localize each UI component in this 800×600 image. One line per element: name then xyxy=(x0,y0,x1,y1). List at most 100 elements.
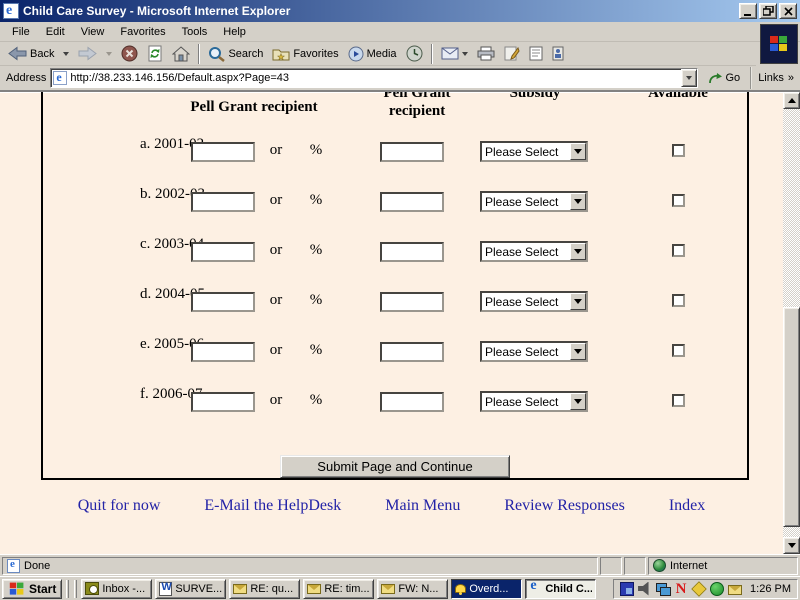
favorites-button[interactable]: Favorites xyxy=(268,43,342,65)
menu-favorites[interactable]: Favorites xyxy=(112,24,173,40)
taskbar-item-re-tim[interactable]: RE: tim... xyxy=(303,579,374,599)
app-icon[interactable] xyxy=(620,582,634,596)
chevron-down-icon[interactable] xyxy=(570,193,586,210)
non-pell-count-input[interactable] xyxy=(380,342,444,362)
search-button[interactable]: Search xyxy=(204,43,267,65)
vertical-scrollbar[interactable] xyxy=(783,92,800,554)
link-quit[interactable]: Quit for now xyxy=(78,497,161,515)
menu-file[interactable]: File xyxy=(4,24,38,40)
available-checkbox[interactable] xyxy=(672,294,685,307)
start-button[interactable]: Start xyxy=(2,579,62,599)
toolbar-separator xyxy=(198,44,200,64)
select-value: Please Select xyxy=(482,145,570,159)
norton-icon[interactable]: N xyxy=(674,582,688,596)
non-pell-count-input[interactable] xyxy=(380,392,444,412)
available-checkbox[interactable] xyxy=(672,244,685,257)
available-checkbox[interactable] xyxy=(672,194,685,207)
scrollbar-thumb[interactable] xyxy=(783,307,800,527)
link-index[interactable]: Index xyxy=(669,497,705,515)
chevron-down-icon[interactable] xyxy=(570,393,586,410)
close-button[interactable] xyxy=(779,3,797,19)
link-email-helpdesk[interactable]: E-Mail the HelpDesk xyxy=(204,497,341,515)
menu-edit[interactable]: Edit xyxy=(38,24,73,40)
pell-count-input[interactable] xyxy=(191,192,255,212)
mail-button[interactable] xyxy=(437,43,472,65)
menu-bar: File Edit View Favorites Tools Help xyxy=(0,22,800,42)
home-button[interactable] xyxy=(168,43,194,65)
non-pell-count-input[interactable] xyxy=(380,242,444,262)
status-empty-pane xyxy=(600,557,622,575)
word-doc-icon: W xyxy=(159,582,172,596)
minimize-button[interactable] xyxy=(739,3,757,19)
ie-throbber-logo xyxy=(760,24,798,64)
forward-button[interactable] xyxy=(74,43,101,65)
taskbar-item-overdue-reminder[interactable]: Overd... xyxy=(451,579,522,599)
taskbar-clock[interactable]: 1:26 PM xyxy=(746,583,791,595)
menu-help[interactable]: Help xyxy=(215,24,254,40)
chevron-down-icon[interactable] xyxy=(570,243,586,260)
menu-tools[interactable]: Tools xyxy=(174,24,216,40)
submit-button[interactable]: Submit Page and Continue xyxy=(280,455,510,478)
system-tray: N 1:26 PM xyxy=(613,579,798,599)
forward-dropdown[interactable] xyxy=(102,43,116,65)
subsidy-select[interactable]: Please Select xyxy=(480,141,588,162)
taskbar-item-inbox[interactable]: Inbox -... xyxy=(81,579,152,599)
chevron-down-icon[interactable] xyxy=(570,293,586,310)
taskbar-item-fw-n[interactable]: FW: N... xyxy=(377,579,448,599)
chevron-down-icon[interactable] xyxy=(570,143,586,160)
link-main-menu[interactable]: Main Menu xyxy=(385,497,460,515)
task-label: FW: N... xyxy=(398,583,438,595)
edit-button[interactable] xyxy=(500,43,524,65)
globe-icon[interactable] xyxy=(710,582,724,596)
pell-count-input[interactable] xyxy=(191,292,255,312)
chevron-right-icon[interactable]: » xyxy=(788,72,794,84)
mail-icon[interactable] xyxy=(728,585,742,595)
non-pell-count-input[interactable] xyxy=(380,192,444,212)
non-pell-count-input[interactable] xyxy=(380,292,444,312)
back-button[interactable]: Back xyxy=(4,43,58,65)
pell-count-input[interactable] xyxy=(191,242,255,262)
go-button[interactable]: Go xyxy=(702,67,747,89)
subsidy-select[interactable]: Please Select xyxy=(480,191,588,212)
title-bar[interactable]: e Child Care Survey - Microsoft Internet… xyxy=(0,0,800,22)
chevron-down-icon[interactable] xyxy=(570,343,586,360)
non-pell-count-input[interactable] xyxy=(380,142,444,162)
restore-button[interactable] xyxy=(759,3,777,19)
network-icon[interactable] xyxy=(656,582,670,596)
pell-count-input[interactable] xyxy=(191,342,255,362)
address-dropdown[interactable] xyxy=(681,69,697,87)
scroll-down-button[interactable] xyxy=(783,537,800,554)
stop-button[interactable] xyxy=(117,43,142,65)
back-dropdown[interactable] xyxy=(59,43,73,65)
subsidy-select[interactable]: Please Select xyxy=(480,291,588,312)
history-button[interactable] xyxy=(402,43,427,65)
taskbar-grip[interactable] xyxy=(66,580,69,598)
messenger-button[interactable] xyxy=(548,43,568,65)
menu-view[interactable]: View xyxy=(73,24,113,40)
taskbar-item-re-qu[interactable]: RE: qu... xyxy=(229,579,300,599)
print-button[interactable] xyxy=(473,43,499,65)
scroll-up-button[interactable] xyxy=(783,92,800,109)
diamond-icon[interactable] xyxy=(691,581,706,596)
refresh-button[interactable] xyxy=(143,43,167,65)
link-review-responses[interactable]: Review Responses xyxy=(504,497,624,515)
subsidy-select[interactable]: Please Select xyxy=(480,341,588,362)
search-icon xyxy=(208,46,225,62)
taskbar-grip[interactable] xyxy=(74,580,77,598)
subsidy-select[interactable]: Please Select xyxy=(480,391,588,412)
available-checkbox[interactable] xyxy=(672,144,685,157)
volume-icon[interactable] xyxy=(638,582,652,596)
bell-icon xyxy=(455,584,466,593)
address-input[interactable]: e http://38.233.146.156/Default.aspx?Pag… xyxy=(50,68,697,88)
available-checkbox[interactable] xyxy=(672,394,685,407)
subsidy-select[interactable]: Please Select xyxy=(480,241,588,262)
discuss-button[interactable] xyxy=(525,43,547,65)
pell-count-input[interactable] xyxy=(191,392,255,412)
pell-count-input[interactable] xyxy=(191,142,255,162)
links-bar[interactable]: Links » xyxy=(750,67,798,89)
available-checkbox[interactable] xyxy=(672,344,685,357)
taskbar-item-survey-doc[interactable]: W SURVE... xyxy=(155,579,226,599)
taskbar-item-child-care-survey[interactable]: e Child C... xyxy=(525,579,596,599)
media-button[interactable]: Media xyxy=(344,43,401,65)
discuss-icon xyxy=(529,46,543,61)
